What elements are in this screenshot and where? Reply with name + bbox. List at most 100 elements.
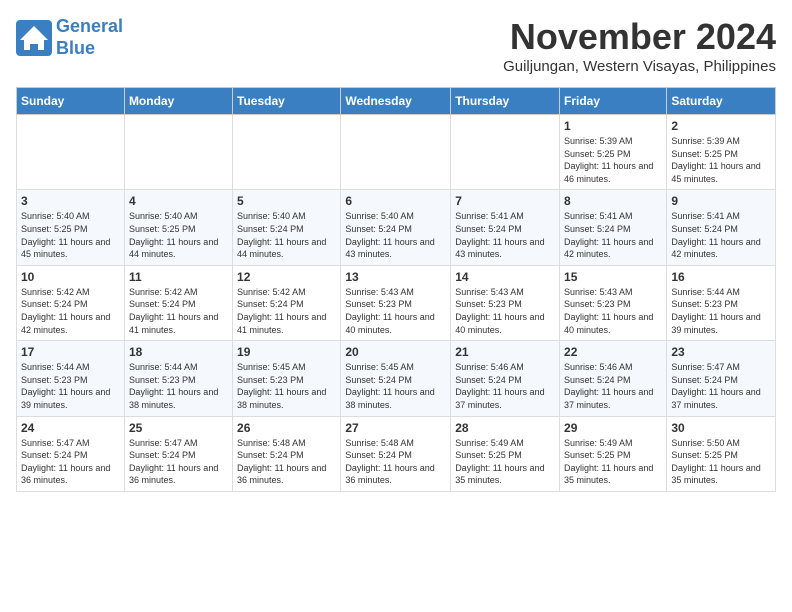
weekday-header-cell: Thursday — [451, 88, 560, 115]
logo: General Blue — [16, 16, 123, 59]
calendar-day-cell: 11 Sunrise: 5:42 AM Sunset: 5:24 PM Dayli… — [124, 265, 232, 340]
calendar-day-cell: 30 Sunrise: 5:50 AM Sunset: 5:25 PM Dayli… — [667, 416, 776, 491]
calendar-day-cell: 4Sunrise: 5:40 AM Sunset: 5:25 PM Daylig… — [124, 190, 232, 265]
day-number: 26 — [237, 421, 336, 435]
calendar-week-row: 17 Sunrise: 5:44 AM Sunset: 5:23 PM Dayli… — [17, 341, 776, 416]
weekday-header-cell: Friday — [560, 88, 667, 115]
logo-icon — [16, 20, 52, 56]
day-number: 17 — [21, 345, 120, 359]
calendar-day-cell — [233, 115, 341, 190]
day-number: 22 — [564, 345, 662, 359]
day-info: Sunrise: 5:40 AM Sunset: 5:24 PM Dayligh… — [237, 210, 336, 260]
day-number: 6 — [345, 194, 446, 208]
day-number: 24 — [21, 421, 120, 435]
calendar-day-cell: 13 Sunrise: 5:43 AM Sunset: 5:23 PM Dayli… — [341, 265, 451, 340]
title-block: November 2024 Guiljungan, Western Visaya… — [503, 16, 776, 75]
calendar-week-row: 1 Sunrise: 5:39 AM Sunset: 5:25 PM Daylig… — [17, 115, 776, 190]
day-info: Sunrise: 5:41 AM Sunset: 5:24 PM Dayligh… — [564, 210, 662, 260]
month-title: November 2024 — [503, 16, 776, 58]
day-info: Sunrise: 5:50 AM Sunset: 5:25 PM Dayligh… — [671, 437, 771, 487]
day-number: 19 — [237, 345, 336, 359]
day-info: Sunrise: 5:48 AM Sunset: 5:24 PM Dayligh… — [345, 437, 446, 487]
day-number: 29 — [564, 421, 662, 435]
calendar-day-cell: 6 Sunrise: 5:40 AM Sunset: 5:24 PM Daylig… — [341, 190, 451, 265]
day-number: 2 — [671, 119, 771, 133]
calendar-day-cell — [341, 115, 451, 190]
calendar-day-cell: 18 Sunrise: 5:44 AM Sunset: 5:23 PM Dayli… — [124, 341, 232, 416]
calendar-day-cell: 21Sunrise: 5:46 AM Sunset: 5:24 PM Dayli… — [451, 341, 560, 416]
calendar-table: SundayMondayTuesdayWednesdayThursdayFrid… — [16, 87, 776, 492]
day-info: Sunrise: 5:43 AM Sunset: 5:23 PM Dayligh… — [455, 286, 555, 336]
weekday-header-cell: Saturday — [667, 88, 776, 115]
day-info: Sunrise: 5:40 AM Sunset: 5:25 PM Dayligh… — [129, 210, 228, 260]
day-info: Sunrise: 5:42 AM Sunset: 5:24 PM Dayligh… — [21, 286, 120, 336]
day-number: 23 — [671, 345, 771, 359]
weekday-header-cell: Sunday — [17, 88, 125, 115]
calendar-day-cell: 29 Sunrise: 5:49 AM Sunset: 5:25 PM Dayli… — [560, 416, 667, 491]
day-info: Sunrise: 5:47 AM Sunset: 5:24 PM Dayligh… — [129, 437, 228, 487]
day-info: Sunrise: 5:42 AM Sunset: 5:24 PM Dayligh… — [129, 286, 228, 336]
logo-line1: General — [56, 16, 123, 36]
weekday-header-cell: Wednesday — [341, 88, 451, 115]
calendar-day-cell — [17, 115, 125, 190]
weekday-header-cell: Monday — [124, 88, 232, 115]
calendar-day-cell: 12Sunrise: 5:42 AM Sunset: 5:24 PM Dayli… — [233, 265, 341, 340]
day-info: Sunrise: 5:41 AM Sunset: 5:24 PM Dayligh… — [671, 210, 771, 260]
calendar-day-cell: 22 Sunrise: 5:46 AM Sunset: 5:24 PM Dayli… — [560, 341, 667, 416]
day-number: 18 — [129, 345, 228, 359]
calendar-day-cell: 28Sunrise: 5:49 AM Sunset: 5:25 PM Dayli… — [451, 416, 560, 491]
day-number: 11 — [129, 270, 228, 284]
day-info: Sunrise: 5:48 AM Sunset: 5:24 PM Dayligh… — [237, 437, 336, 487]
day-number: 30 — [671, 421, 771, 435]
calendar-week-row: 10Sunrise: 5:42 AM Sunset: 5:24 PM Dayli… — [17, 265, 776, 340]
calendar-day-cell: 9 Sunrise: 5:41 AM Sunset: 5:24 PM Daylig… — [667, 190, 776, 265]
calendar-week-row: 24 Sunrise: 5:47 AM Sunset: 5:24 PM Dayli… — [17, 416, 776, 491]
day-info: Sunrise: 5:43 AM Sunset: 5:23 PM Dayligh… — [345, 286, 446, 336]
calendar-day-cell: 7Sunrise: 5:41 AM Sunset: 5:24 PM Daylig… — [451, 190, 560, 265]
day-info: Sunrise: 5:49 AM Sunset: 5:25 PM Dayligh… — [455, 437, 555, 487]
calendar-day-cell — [451, 115, 560, 190]
header: General Blue November 2024 Guiljungan, W… — [16, 16, 776, 75]
calendar-day-cell: 8 Sunrise: 5:41 AM Sunset: 5:24 PM Daylig… — [560, 190, 667, 265]
logo-line2: Blue — [56, 38, 95, 58]
calendar-day-cell: 2 Sunrise: 5:39 AM Sunset: 5:25 PM Daylig… — [667, 115, 776, 190]
day-number: 15 — [564, 270, 662, 284]
day-number: 27 — [345, 421, 446, 435]
calendar-day-cell: 24 Sunrise: 5:47 AM Sunset: 5:24 PM Dayli… — [17, 416, 125, 491]
day-info: Sunrise: 5:44 AM Sunset: 5:23 PM Dayligh… — [129, 361, 228, 411]
day-info: Sunrise: 5:41 AM Sunset: 5:24 PM Dayligh… — [455, 210, 555, 260]
calendar-day-cell: 25Sunrise: 5:47 AM Sunset: 5:24 PM Dayli… — [124, 416, 232, 491]
calendar-body: 1 Sunrise: 5:39 AM Sunset: 5:25 PM Daylig… — [17, 115, 776, 492]
day-info: Sunrise: 5:44 AM Sunset: 5:23 PM Dayligh… — [671, 286, 771, 336]
day-number: 14 — [455, 270, 555, 284]
day-number: 16 — [671, 270, 771, 284]
calendar-day-cell — [124, 115, 232, 190]
day-number: 13 — [345, 270, 446, 284]
day-info: Sunrise: 5:39 AM Sunset: 5:25 PM Dayligh… — [671, 135, 771, 185]
calendar-day-cell: 27 Sunrise: 5:48 AM Sunset: 5:24 PM Dayli… — [341, 416, 451, 491]
calendar-day-cell: 14 Sunrise: 5:43 AM Sunset: 5:23 PM Dayli… — [451, 265, 560, 340]
calendar-day-cell: 20Sunrise: 5:45 AM Sunset: 5:24 PM Dayli… — [341, 341, 451, 416]
day-number: 5 — [237, 194, 336, 208]
day-number: 12 — [237, 270, 336, 284]
day-number: 8 — [564, 194, 662, 208]
day-number: 20 — [345, 345, 446, 359]
day-info: Sunrise: 5:39 AM Sunset: 5:25 PM Dayligh… — [564, 135, 662, 185]
day-info: Sunrise: 5:46 AM Sunset: 5:24 PM Dayligh… — [564, 361, 662, 411]
calendar-day-cell: 5 Sunrise: 5:40 AM Sunset: 5:24 PM Daylig… — [233, 190, 341, 265]
calendar-day-cell: 1 Sunrise: 5:39 AM Sunset: 5:25 PM Daylig… — [560, 115, 667, 190]
day-info: Sunrise: 5:49 AM Sunset: 5:25 PM Dayligh… — [564, 437, 662, 487]
day-info: Sunrise: 5:40 AM Sunset: 5:24 PM Dayligh… — [345, 210, 446, 260]
calendar-day-cell: 26 Sunrise: 5:48 AM Sunset: 5:24 PM Dayli… — [233, 416, 341, 491]
weekday-header-row: SundayMondayTuesdayWednesdayThursdayFrid… — [17, 88, 776, 115]
day-info: Sunrise: 5:47 AM Sunset: 5:24 PM Dayligh… — [21, 437, 120, 487]
calendar-day-cell: 16 Sunrise: 5:44 AM Sunset: 5:23 PM Dayli… — [667, 265, 776, 340]
calendar-day-cell: 19Sunrise: 5:45 AM Sunset: 5:23 PM Dayli… — [233, 341, 341, 416]
day-number: 1 — [564, 119, 662, 133]
day-info: Sunrise: 5:40 AM Sunset: 5:25 PM Dayligh… — [21, 210, 120, 260]
weekday-header-cell: Tuesday — [233, 88, 341, 115]
day-info: Sunrise: 5:43 AM Sunset: 5:23 PM Dayligh… — [564, 286, 662, 336]
day-number: 9 — [671, 194, 771, 208]
calendar-day-cell: 3Sunrise: 5:40 AM Sunset: 5:25 PM Daylig… — [17, 190, 125, 265]
calendar-day-cell: 15 Sunrise: 5:43 AM Sunset: 5:23 PM Dayli… — [560, 265, 667, 340]
